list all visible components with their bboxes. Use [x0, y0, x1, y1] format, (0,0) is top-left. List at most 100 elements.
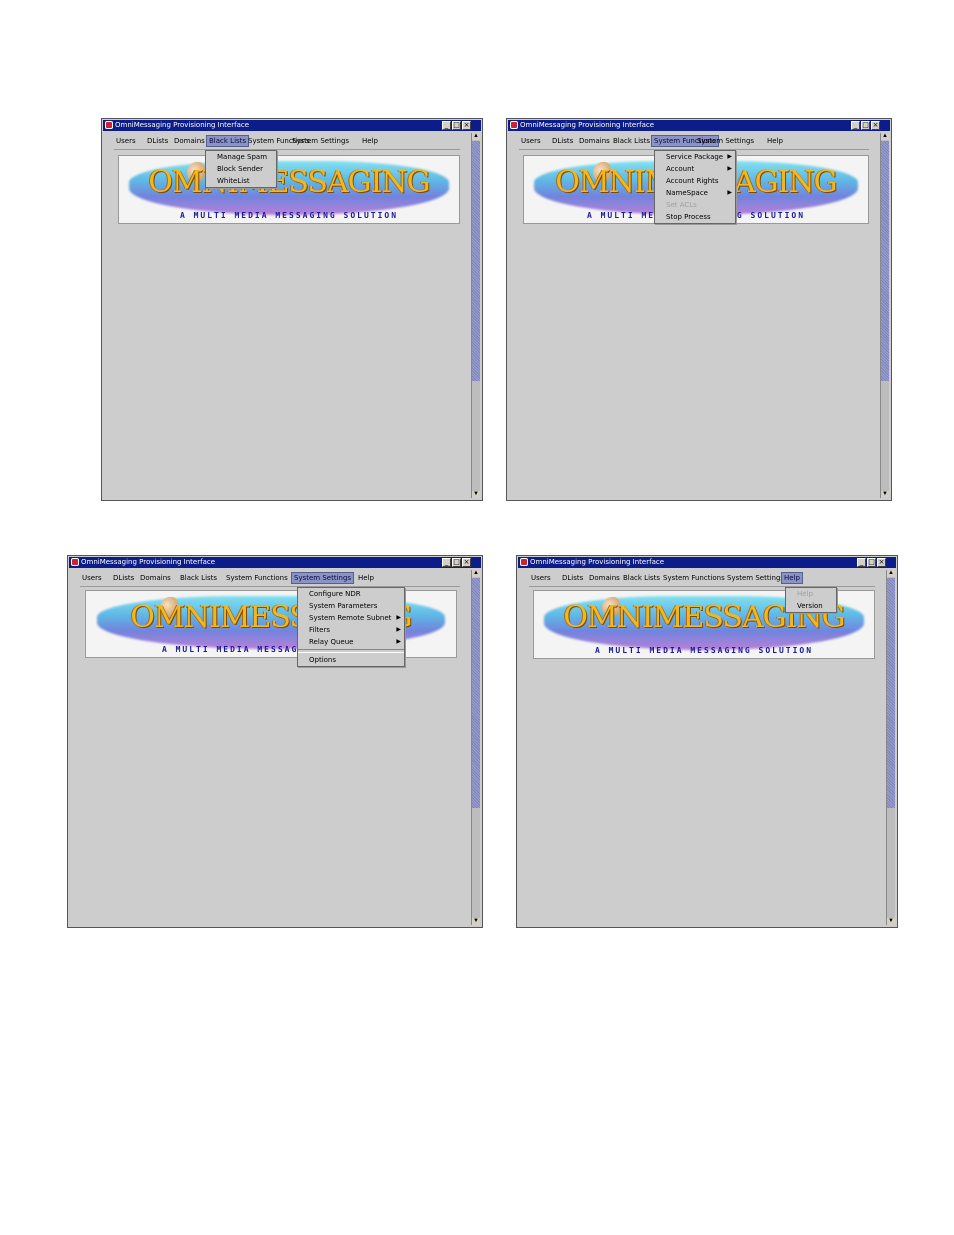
dropdown-black-lists: Manage Spam Block Sender WhiteList — [205, 150, 277, 188]
submenu-arrow-icon: ▶ — [396, 614, 401, 621]
menu-black-lists[interactable]: Black Lists — [611, 135, 652, 147]
scroll-down-arrow-icon[interactable]: ▼ — [887, 918, 895, 925]
close-button[interactable]: × — [871, 121, 880, 130]
menu-system-functions[interactable]: System Functions — [661, 572, 727, 584]
banner-tagline: A MULTI MEDIA MESSAGING SOLUTION — [179, 211, 399, 220]
menu-item-help[interactable]: Help — [786, 588, 836, 600]
menu-black-lists[interactable]: Black Lists — [206, 135, 250, 147]
menu-item-label: Account Rights — [666, 177, 719, 185]
vertical-scrollbar[interactable]: ▲ ▼ — [886, 570, 895, 925]
title-bar[interactable]: OmniMessaging Provisioning Interface _ □ × — [103, 120, 481, 131]
menu-system-settings[interactable]: System Settings — [291, 572, 355, 584]
menu-item-set-acls[interactable]: Set ACLs — [655, 199, 735, 211]
window-title: OmniMessaging Provisioning Interface — [530, 558, 665, 566]
menu-item-label: Service Package — [666, 153, 724, 161]
menu-item-stop-process[interactable]: Stop Process — [655, 211, 735, 223]
app-icon — [520, 558, 528, 566]
menu-help[interactable]: Help — [781, 572, 803, 584]
title-bar[interactable]: OmniMessaging Provisioning Interface _ □ × — [508, 120, 890, 131]
vertical-scrollbar[interactable]: ▲ ▼ — [471, 570, 480, 925]
vertical-scrollbar[interactable]: ▲ ▼ — [880, 133, 889, 498]
app-window: OmniMessaging Provisioning Interface _ □ × U… — [67, 555, 483, 928]
menu-help[interactable]: Help — [360, 135, 380, 147]
menu-help[interactable]: Help — [765, 135, 785, 147]
menu-help[interactable]: Help — [356, 572, 376, 584]
scroll-down-arrow-icon[interactable]: ▼ — [472, 491, 480, 498]
menu-domains[interactable]: Domains — [577, 135, 612, 147]
menu-item-system-remote-subnet[interactable]: System Remote Subnet ▶ — [298, 612, 404, 624]
app-window: OmniMessaging Provisioning Interface _ □ × U… — [516, 555, 898, 928]
menu-item-namespace[interactable]: NameSpace ▶ — [655, 187, 735, 199]
menu-item-account-rights[interactable]: Account Rights — [655, 175, 735, 187]
menu-item-label: Configure NDR — [309, 590, 361, 598]
minimize-button[interactable]: _ — [857, 558, 866, 567]
minimize-button[interactable]: _ — [851, 121, 860, 130]
scroll-down-arrow-icon[interactable]: ▼ — [472, 918, 480, 925]
minimize-button[interactable]: _ — [442, 121, 451, 130]
menu-domains[interactable]: Domains — [138, 572, 173, 584]
app-window: OmniMessaging Provisioning Interface _ □ × U… — [506, 118, 892, 501]
scroll-up-arrow-icon[interactable]: ▲ — [887, 570, 895, 577]
menu-domains[interactable]: Domains — [587, 572, 622, 584]
minimize-button[interactable]: _ — [442, 558, 451, 567]
menu-item-version[interactable]: Version — [786, 600, 836, 612]
app-icon — [71, 558, 79, 566]
scroll-thumb[interactable] — [472, 578, 480, 808]
menu-item-label: Block Sender — [217, 165, 263, 173]
menu-black-lists[interactable]: Black Lists — [178, 572, 219, 584]
close-button[interactable]: × — [462, 121, 471, 130]
menu-item-label: Version — [797, 602, 823, 610]
menu-item-account[interactable]: Account ▶ — [655, 163, 735, 175]
menu-item-label: System Remote Subnet — [309, 614, 392, 622]
menu-item-manage-spam[interactable]: Manage Spam — [206, 151, 276, 163]
vertical-scrollbar[interactable]: ▲ ▼ — [471, 133, 480, 498]
app-icon — [510, 121, 518, 129]
menu-item-relay-queue[interactable]: Relay Queue ▶ — [298, 636, 404, 648]
menu-item-whitelist[interactable]: WhiteList — [206, 175, 276, 187]
menu-users[interactable]: Users — [519, 135, 543, 147]
menu-system-settings[interactable]: System Settings — [290, 135, 351, 147]
menu-item-service-package[interactable]: Service Package ▶ — [655, 151, 735, 163]
menu-item-options[interactable]: Options — [298, 654, 404, 666]
menu-bar-divider — [114, 149, 460, 150]
menu-dlists[interactable]: DLists — [111, 572, 136, 584]
maximize-button[interactable]: □ — [452, 121, 461, 130]
scroll-up-arrow-icon[interactable]: ▲ — [881, 133, 889, 140]
menu-users[interactable]: Users — [114, 135, 138, 147]
scroll-down-arrow-icon[interactable]: ▼ — [881, 491, 889, 498]
close-button[interactable]: × — [462, 558, 471, 567]
window-title: OmniMessaging Provisioning Interface — [115, 121, 250, 129]
submenu-arrow-icon: ▶ — [396, 638, 401, 645]
submenu-arrow-icon: ▶ — [727, 153, 732, 160]
title-bar[interactable]: OmniMessaging Provisioning Interface _ □ × — [69, 557, 481, 568]
scroll-thumb[interactable] — [881, 141, 889, 381]
close-button[interactable]: × — [877, 558, 886, 567]
menu-item-block-sender[interactable]: Block Sender — [206, 163, 276, 175]
menu-item-label: Help — [797, 590, 813, 598]
menu-dlists[interactable]: DLists — [560, 572, 585, 584]
scroll-thumb[interactable] — [472, 141, 480, 381]
title-bar[interactable]: OmniMessaging Provisioning Interface _ □ × — [518, 557, 896, 568]
menu-system-settings[interactable]: System Settings — [725, 572, 786, 584]
menu-item-label: Account — [666, 165, 695, 173]
scroll-up-arrow-icon[interactable]: ▲ — [472, 570, 480, 577]
menu-item-system-parameters[interactable]: System Parameters — [298, 600, 404, 612]
maximize-button[interactable]: □ — [452, 558, 461, 567]
menu-dlists[interactable]: DLists — [550, 135, 575, 147]
scroll-thumb[interactable] — [887, 578, 895, 808]
menu-domains[interactable]: Domains — [172, 135, 207, 147]
menu-system-functions[interactable]: System Functions — [224, 572, 290, 584]
scroll-up-arrow-icon[interactable]: ▲ — [472, 133, 480, 140]
app-icon — [105, 121, 113, 129]
menu-black-lists[interactable]: Black Lists — [621, 572, 662, 584]
menu-users[interactable]: Users — [80, 572, 104, 584]
submenu-arrow-icon: ▶ — [727, 165, 732, 172]
menu-dlists[interactable]: DLists — [145, 135, 170, 147]
menu-system-settings[interactable]: System Settings — [695, 135, 756, 147]
menu-item-configure-ndr[interactable]: Configure NDR — [298, 588, 404, 600]
maximize-button[interactable]: □ — [867, 558, 876, 567]
menu-users[interactable]: Users — [529, 572, 553, 584]
dropdown-system-functions: Service Package ▶ Account ▶ Account Rights Na… — [654, 150, 736, 224]
menu-item-filters[interactable]: Filters ▶ — [298, 624, 404, 636]
maximize-button[interactable]: □ — [861, 121, 870, 130]
